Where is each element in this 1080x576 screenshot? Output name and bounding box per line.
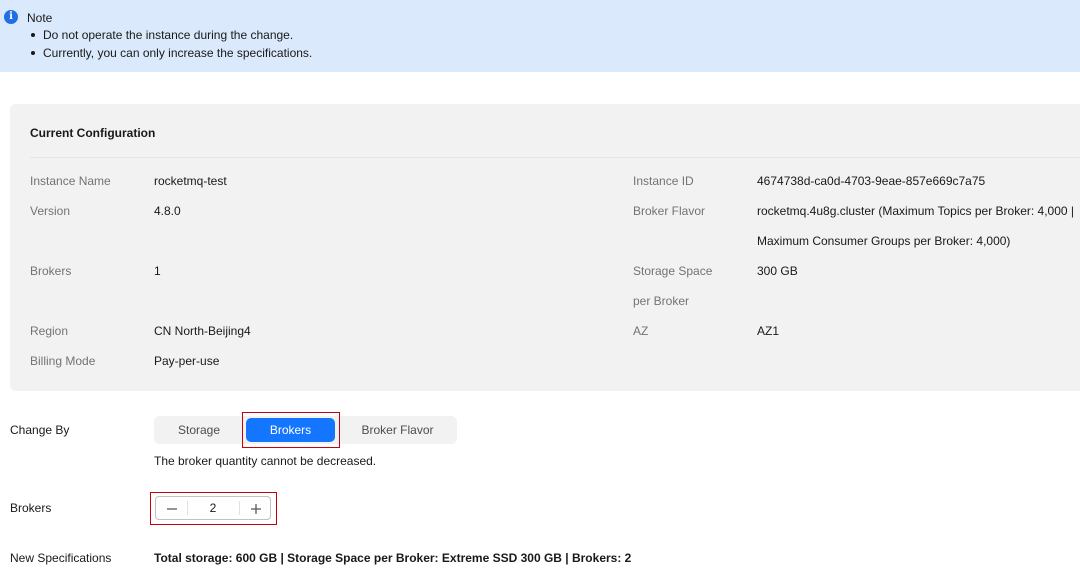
info-icon: i [4,10,18,24]
billing-mode-value: Pay-per-use [154,354,220,368]
region-value: CN North-Beijing4 [154,324,251,338]
bullet-icon [31,51,35,55]
note-item: Currently, you can only increase the spe… [27,47,312,65]
change-by-broker-flavor-option[interactable]: Broker Flavor [342,418,453,442]
storage-space-label-line2: per Broker [633,294,690,308]
broker-flavor-value-line1: rocketmq.4u8g.cluster (Maximum Topics pe… [757,204,1075,218]
billing-mode-label: Billing Mode [30,354,96,368]
change-by-label: Change By [10,423,70,437]
az-value: AZ1 [757,324,780,338]
brokers-field-label: Brokers [10,501,52,515]
brokers-value: 1 [154,264,161,278]
region-label: Region [30,324,69,338]
note-list: Do not operate the instance during the c… [27,29,312,65]
storage-space-label-line1: Storage Space [633,264,713,278]
plus-icon [250,503,261,514]
note-item-text: Currently, you can only increase the spe… [43,46,313,60]
decrease-button[interactable] [156,497,187,519]
change-by-hint: The broker quantity cannot be decreased. [154,454,377,468]
version-value: 4.8.0 [154,204,181,218]
config-title: Current Configuration [30,126,156,140]
instance-id-label: Instance ID [633,174,694,188]
version-label: Version [30,204,71,218]
minus-icon [166,508,177,510]
config-divider [30,157,1080,158]
brokers-quantity-stepper [155,496,271,520]
instance-id-value: 4674738d-ca0d-4703-9eae-857e669c7a75 [757,174,986,188]
increase-button[interactable] [240,497,271,519]
new-specifications-value: Total storage: 600 GB | Storage Space pe… [154,551,632,565]
brokers-label: Brokers [30,264,72,278]
note-title: Note [27,11,53,25]
new-specifications-label: New Specifications [10,551,112,565]
az-label: AZ [633,324,649,338]
change-by-brokers-option[interactable]: Brokers [246,418,335,442]
storage-space-value: 300 GB [757,264,798,278]
change-by-storage-option[interactable]: Storage [156,418,242,442]
change-by-segmented-control: Storage Brokers Broker Flavor [154,416,457,444]
broker-flavor-value-line2: Maximum Consumer Groups per Broker: 4,00… [757,234,1011,248]
instance-name-value: rocketmq-test [154,174,227,188]
brokers-quantity-input[interactable] [188,497,238,519]
current-configuration-panel: Current Configuration Instance Name rock… [10,104,1080,391]
broker-flavor-label: Broker Flavor [633,204,706,218]
note-item: Do not operate the instance during the c… [27,29,312,47]
note-item-text: Do not operate the instance during the c… [43,28,294,42]
bullet-icon [31,33,35,37]
instance-name-label: Instance Name [30,174,111,188]
note-banner: i Note Do not operate the instance durin… [0,0,1080,72]
